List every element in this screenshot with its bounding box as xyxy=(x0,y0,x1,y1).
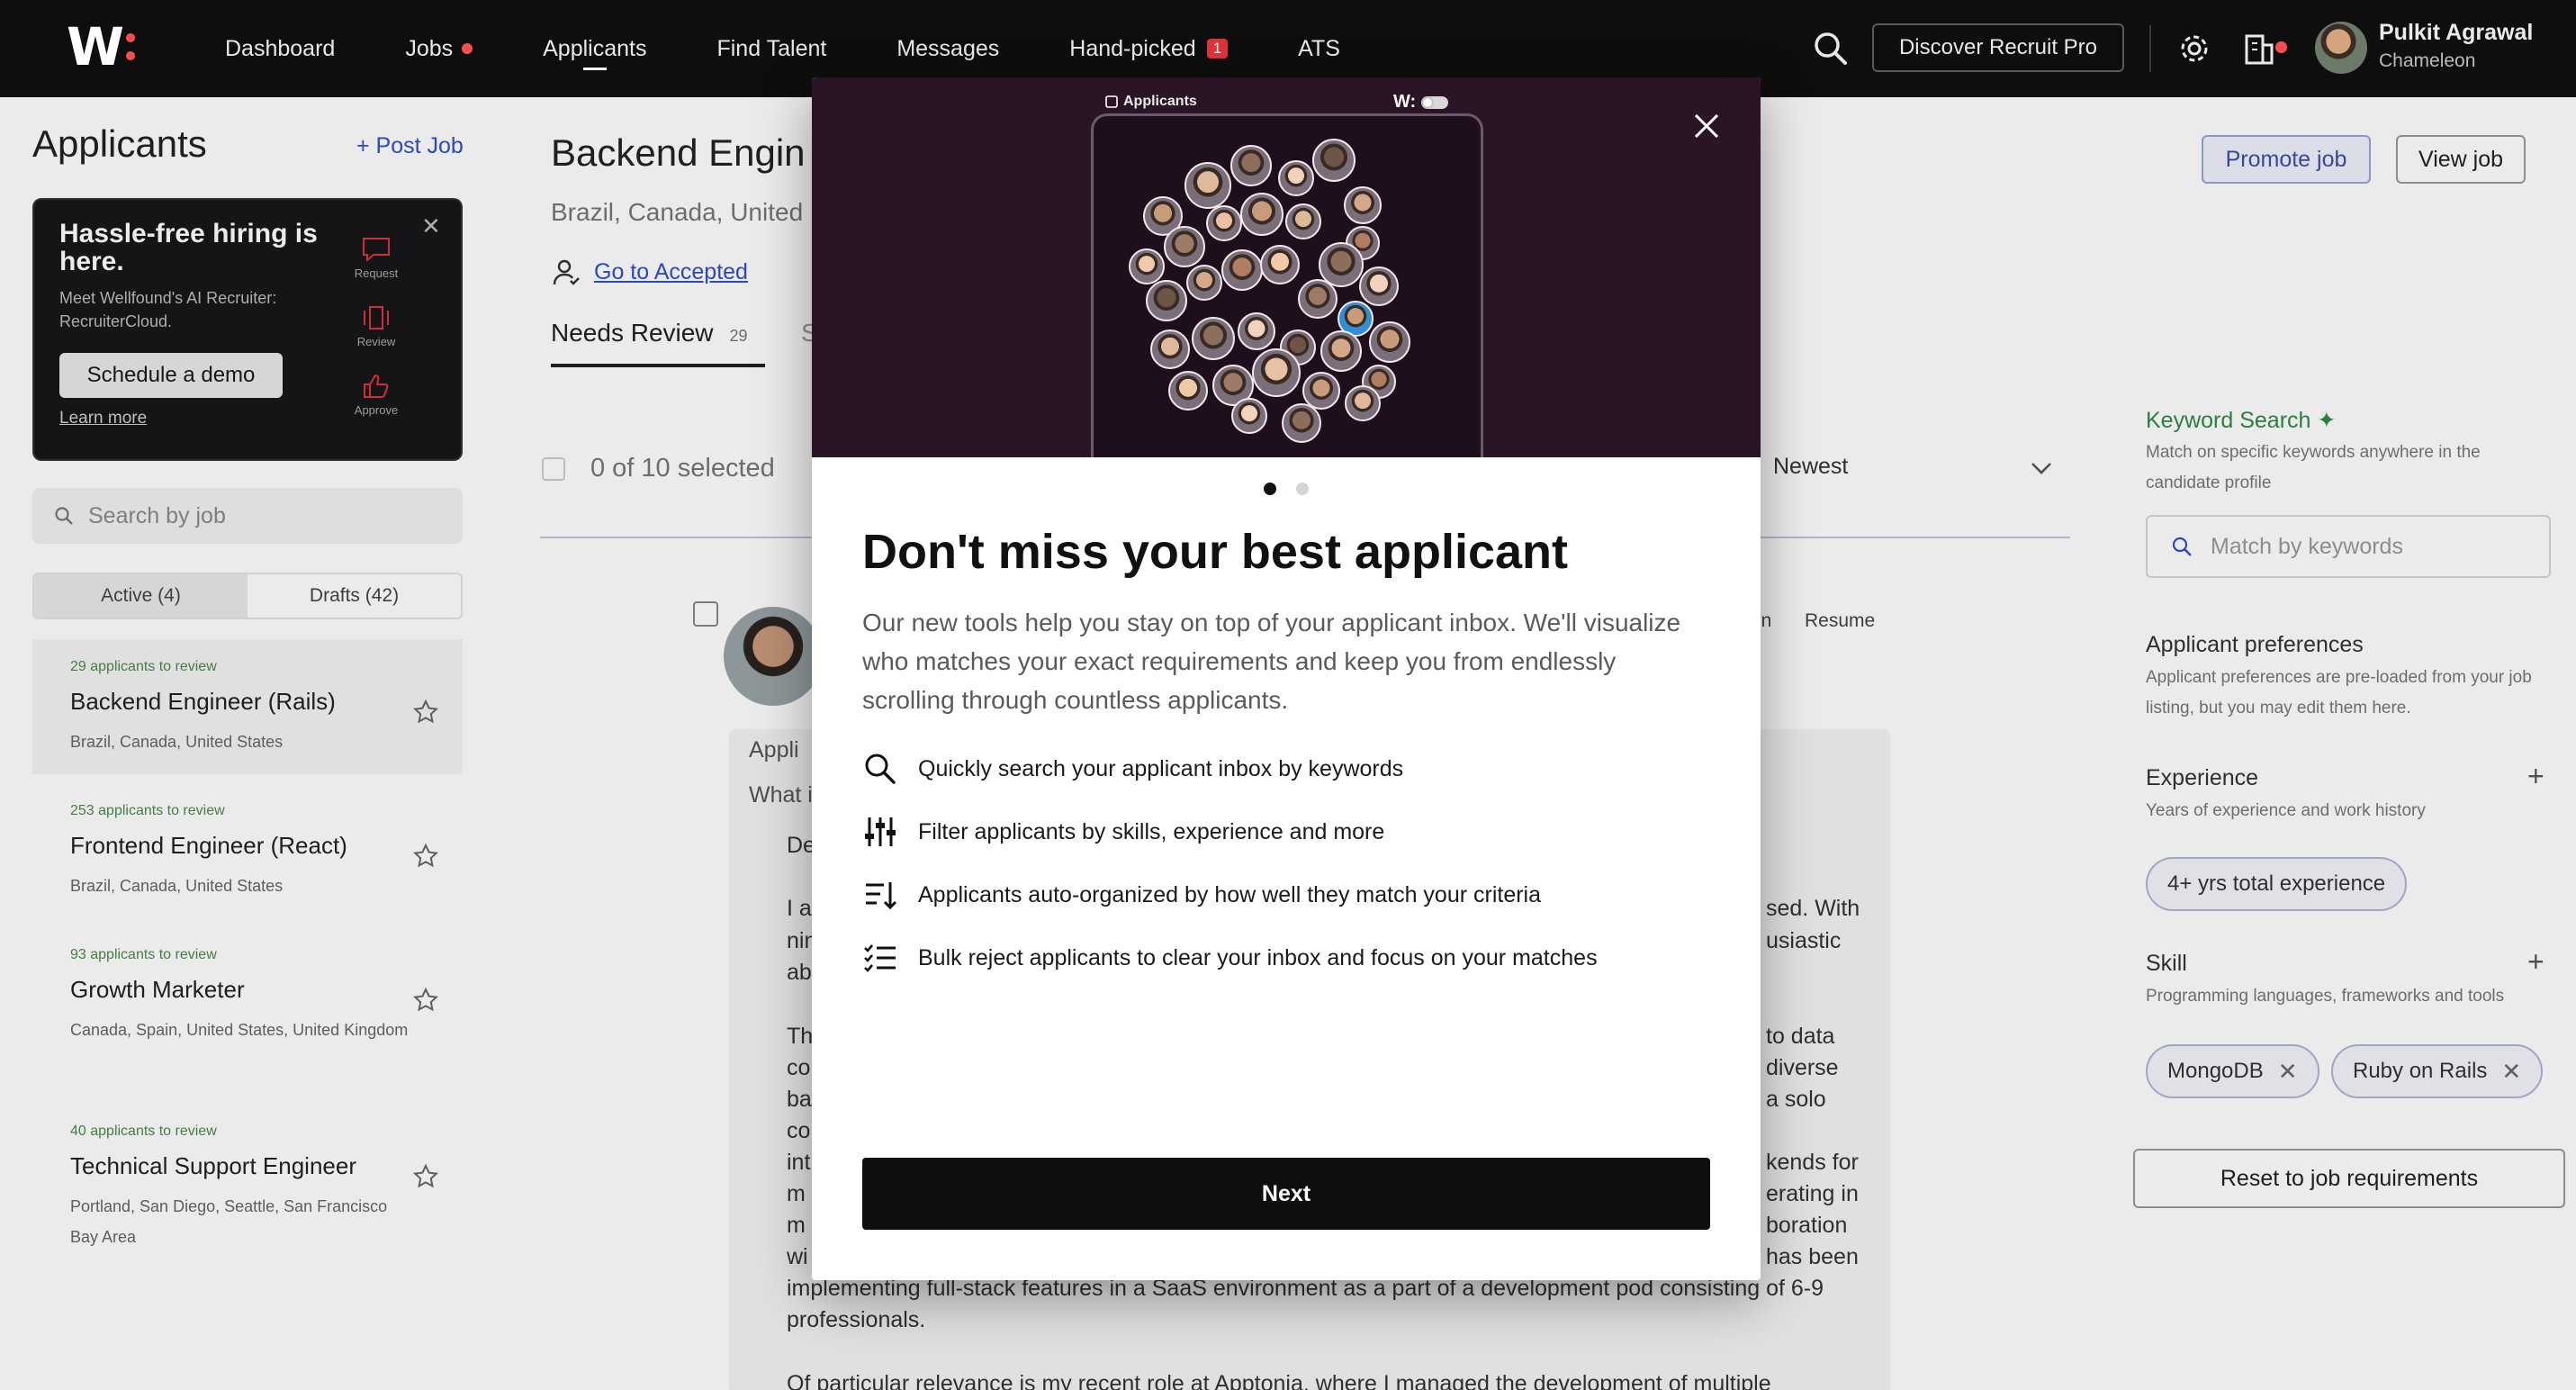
applicant-face xyxy=(1221,249,1263,291)
user-name[interactable]: Pulkit Agrawal xyxy=(2379,20,2533,46)
applicant-face xyxy=(1240,193,1283,236)
applicant-face xyxy=(1146,280,1187,321)
user-avatar[interactable] xyxy=(2315,22,2367,74)
close-icon[interactable] xyxy=(1692,112,1721,140)
applicant-face xyxy=(1260,245,1300,284)
applicant-face xyxy=(1129,248,1165,284)
hero-logo: W: xyxy=(1393,92,1449,113)
applicant-face xyxy=(1186,265,1222,301)
sliders-icon xyxy=(865,817,896,846)
applicant-face xyxy=(1359,266,1399,306)
applicant-face xyxy=(1344,186,1382,224)
feature-item: Filter applicants by skills, experience … xyxy=(862,814,1384,850)
feature-item: Bulk reject applicants to clear your inb… xyxy=(862,940,1598,976)
nav-jobs[interactable]: Jobs xyxy=(405,0,473,97)
toggle-icon xyxy=(1421,95,1449,109)
applicant-face xyxy=(1231,398,1267,434)
applicant-face xyxy=(1206,205,1242,241)
applicant-face xyxy=(1184,162,1231,209)
checklist-icon xyxy=(864,944,896,972)
pager-dot[interactable] xyxy=(1296,483,1309,495)
wellfound-logo[interactable]: W xyxy=(67,16,135,77)
discover-recruit-pro-button[interactable]: Discover Recruit Pro xyxy=(1872,23,2124,72)
hand-picked-badge: 1 xyxy=(1206,39,1229,59)
applicant-face xyxy=(1312,139,1356,182)
applicant-face xyxy=(1369,321,1410,363)
applicant-face xyxy=(1164,226,1205,267)
applicant-face xyxy=(1282,403,1321,443)
onboarding-modal: Applicants W: Don't miss your best appli… xyxy=(812,77,1761,1280)
search-icon xyxy=(865,754,896,784)
user-company: Chameleon xyxy=(2379,50,2476,71)
modal-description: Our new tools help you stay on top of yo… xyxy=(862,609,1681,714)
next-button[interactable]: Next xyxy=(862,1158,1710,1230)
pager-dot-active[interactable] xyxy=(1264,483,1276,495)
nav-dashboard[interactable]: Dashboard xyxy=(225,0,335,97)
nav-applicants[interactable]: Applicants xyxy=(543,0,646,97)
applicant-face xyxy=(1192,317,1235,360)
applicant-face xyxy=(1252,348,1301,397)
applicant-face xyxy=(1230,145,1272,186)
gear-icon[interactable] xyxy=(2176,31,2212,67)
applicant-face xyxy=(1285,203,1321,239)
notification-dot xyxy=(2275,41,2287,53)
applicant-face xyxy=(1278,160,1314,196)
hero-label: Applicants xyxy=(1105,94,1197,110)
applicant-face xyxy=(1168,371,1208,411)
applicant-face xyxy=(1238,312,1275,350)
company-icon[interactable] xyxy=(2241,29,2277,67)
modal-hero-image: Applicants W: xyxy=(812,77,1761,457)
notification-dot xyxy=(462,43,473,54)
nav-divider xyxy=(2149,25,2151,72)
modal-title: Don't miss your best applicant xyxy=(862,525,1568,579)
applicant-face xyxy=(1150,329,1190,369)
feature-item: Applicants auto-organized by how well th… xyxy=(862,877,1541,913)
checkbox-icon xyxy=(1105,95,1118,108)
feature-item: Quickly search your applicant inbox by k… xyxy=(862,751,1403,787)
applicant-face xyxy=(1345,385,1381,421)
applicant-face xyxy=(1320,330,1362,372)
nav-find-talent[interactable]: Find Talent xyxy=(716,0,826,97)
applicant-face xyxy=(1298,279,1338,319)
search-icon[interactable] xyxy=(1811,29,1851,68)
sort-icon xyxy=(866,882,897,910)
